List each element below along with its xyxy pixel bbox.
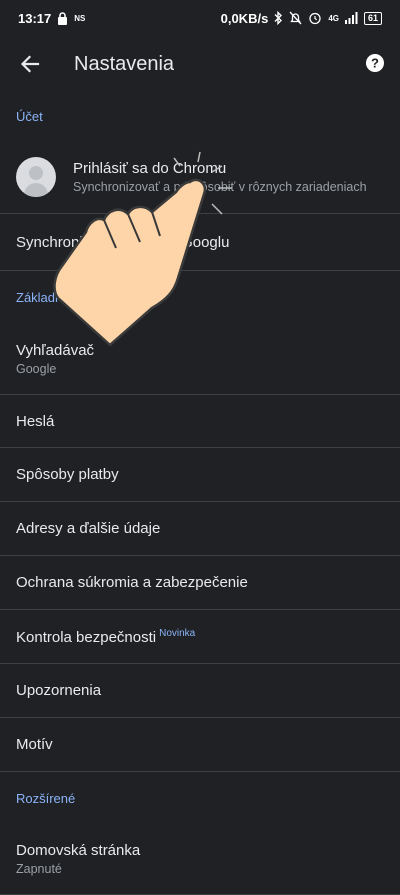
privacy-label: Ochrana súkromia a zabezpečenie xyxy=(16,574,248,591)
passwords-label: Heslá xyxy=(16,412,55,430)
signal-icon xyxy=(344,12,358,24)
status-ns: NS xyxy=(74,13,86,23)
new-badge: Novinka xyxy=(159,627,196,639)
status-right: 0,0KB/s 4G 61 xyxy=(221,11,382,26)
status-time: 13:17 xyxy=(18,10,52,26)
passwords-row[interactable]: Heslá xyxy=(0,395,400,448)
notifications-label: Upozornenia xyxy=(16,682,102,699)
alarm-icon xyxy=(309,12,321,25)
safety-check-label: Kontrola bezpečnosti xyxy=(16,628,157,646)
sync-services-label: Synchronizácia a služby Googlu xyxy=(16,233,230,251)
signin-subtitle: Synchronizovať a prispôsobiť v rôznych z… xyxy=(73,179,367,194)
search-engine-label: Vyhľadávač xyxy=(16,341,95,359)
theme-label: Motív xyxy=(16,736,53,753)
search-engine-row[interactable]: Vyhľadávač Google xyxy=(0,323,400,395)
svg-text:?: ? xyxy=(371,56,379,71)
back-arrow-icon xyxy=(20,55,40,73)
homepage-label: Domovská stránka xyxy=(16,842,141,859)
addresses-row[interactable]: Adresy a ďalšie údaje xyxy=(0,502,400,556)
back-button[interactable] xyxy=(2,36,58,92)
app-bar: Nastavenia ? xyxy=(0,36,400,92)
addresses-label: Adresy a ďalšie údaje xyxy=(16,520,161,537)
signin-title: Prihlásiť sa do Chromu xyxy=(73,159,227,177)
bluetooth-icon xyxy=(274,11,283,25)
search-engine-value: Google xyxy=(16,361,57,376)
homepage-value: Zapnuté xyxy=(16,862,62,876)
signin-row[interactable]: Prihlásiť sa do Chromu Synchronizovať a … xyxy=(0,140,400,214)
page-title: Nastavenia xyxy=(74,52,175,75)
signin-text: Prihlásiť sa do Chromu Synchronizovať a … xyxy=(73,160,367,194)
payment-methods-label: Spôsoby platby xyxy=(16,466,119,483)
signal-4g: 4G xyxy=(328,13,339,23)
network-speed: 0,0KB/s xyxy=(220,10,269,26)
lock-icon xyxy=(58,11,68,25)
account-avatar-icon xyxy=(16,156,56,197)
notifications-row[interactable]: Upozornenia xyxy=(0,664,400,718)
status-bar: 13:17 NS 0,0KB/s 4G 61 xyxy=(0,0,400,36)
theme-row[interactable]: Motív xyxy=(0,718,400,772)
battery-icon: 61 xyxy=(363,11,382,25)
safety-check-label-wrap: Kontrola bezpečnosti Novinka xyxy=(16,628,384,646)
payment-methods-row[interactable]: Spôsoby platby xyxy=(0,448,400,502)
help-icon[interactable]: ? xyxy=(364,52,386,74)
section-header-account: Účet xyxy=(16,108,43,124)
safety-check-row[interactable]: Kontrola bezpečnosti Novinka xyxy=(0,610,400,664)
status-left: 13:17 NS xyxy=(18,11,85,26)
notifications-off-icon xyxy=(289,11,302,25)
section-header-advanced: Rozšírené xyxy=(16,790,76,806)
section-header-basics: Základné xyxy=(16,289,70,305)
sync-services-row[interactable]: Synchronizácia a služby Googlu xyxy=(0,214,400,271)
privacy-row[interactable]: Ochrana súkromia a zabezpečenie xyxy=(0,556,400,610)
homepage-row[interactable]: Domovská stránka Zapnuté xyxy=(0,824,400,895)
